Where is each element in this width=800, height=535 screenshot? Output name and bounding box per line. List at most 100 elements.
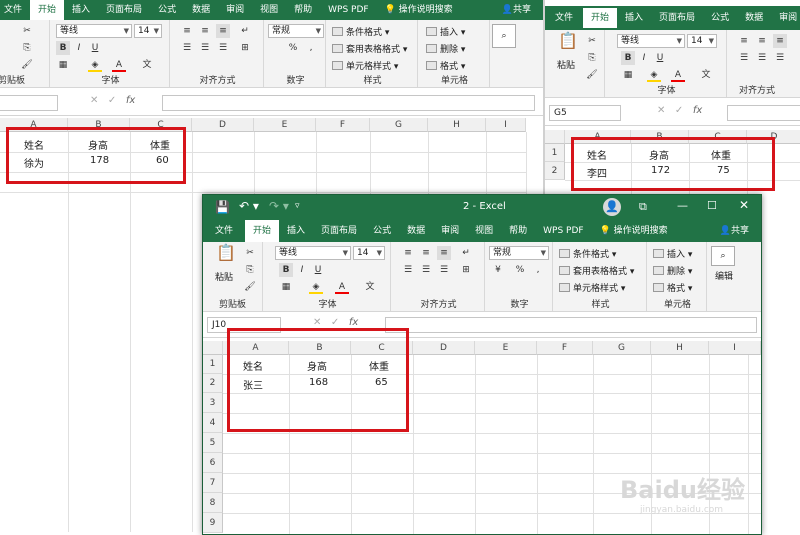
column-header-i[interactable]: I [709,341,761,355]
align-top-icon[interactable]: ≡ [737,34,751,48]
tab-insert[interactable]: 插入 [64,0,98,20]
row-header-3[interactable]: 3 [203,393,223,413]
column-header-h[interactable]: H [428,118,486,132]
align-center-icon[interactable]: ☰ [419,263,433,277]
row-header-4[interactable]: 4 [203,413,223,433]
row-header-8[interactable]: 8 [203,493,223,513]
align-center-icon[interactable]: ☰ [198,41,212,55]
delete-button[interactable]: 删除 ▾ [653,264,692,277]
align-bottom-icon[interactable]: ≡ [216,24,230,38]
tab-page-layout[interactable]: 页面布局 [651,8,703,28]
font-size-select[interactable]: 14 ▼ [134,24,162,38]
delete-button[interactable]: 删除 ▾ [426,42,465,55]
tab-help[interactable]: 帮助 [501,221,535,241]
underline-icon[interactable]: U [653,51,667,65]
column-header-h[interactable]: H [651,341,709,355]
tab-formulas[interactable]: 公式 [150,0,184,20]
align-top-icon[interactable]: ≡ [180,24,194,38]
italic-icon[interactable]: I [295,263,309,277]
tab-review[interactable]: 审阅 [218,0,252,20]
number-format-select[interactable]: 常规 ▼ [268,24,324,38]
restore-icon[interactable]: ⧉ [639,200,647,214]
bold-icon[interactable]: B [621,51,635,65]
paste-icon[interactable]: 📋 [215,245,237,268]
tab-review[interactable]: 审阅 [433,221,467,241]
phonetic-icon[interactable]: 文 [363,280,377,294]
tab-data[interactable]: 数据 [184,0,218,20]
share-button[interactable]: 👤共享 [494,0,543,20]
borders-icon[interactable]: ▦ [621,68,635,82]
column-header-i[interactable]: I [486,118,526,132]
column-header-f[interactable]: F [537,341,593,355]
tell-me-search[interactable]: 💡 操作说明搜索 [377,0,461,20]
font-size-select[interactable]: 14 ▼ [353,246,385,260]
cell-style-button[interactable]: 单元格样式 ▾ [332,59,398,72]
font-name-select[interactable]: 等线 ▼ [275,246,351,260]
formula-input[interactable] [727,105,800,121]
name-box[interactable]: G5 [549,105,621,121]
editing-button[interactable]: ⌕ [492,24,516,48]
column-header-f[interactable]: F [316,118,370,132]
row-header-1[interactable]: 1 [203,355,223,374]
tab-page-layout[interactable]: 页面布局 [98,0,150,20]
close-icon[interactable]: ✕ [739,198,749,212]
align-left-icon[interactable]: ☰ [180,41,194,55]
align-right-icon[interactable]: ☰ [437,263,451,277]
underline-icon[interactable]: U [311,263,325,277]
tab-home[interactable]: 开始 [583,8,618,28]
align-bottom-icon[interactable]: ≡ [437,246,451,260]
percent-icon[interactable]: % [286,41,300,55]
editing-button[interactable]: ⌕ 编辑 [711,246,737,290]
align-top-icon[interactable]: ≡ [401,246,415,260]
table-format-button[interactable]: 套用表格格式 ▾ [332,42,407,55]
font-name-select[interactable]: 等线 ▼ [617,34,685,48]
wrap-text-icon[interactable]: ↵ [238,24,252,38]
row-header-2[interactable]: 2 [545,162,565,180]
tab-review[interactable]: 审阅 [771,8,800,28]
row-header-5[interactable]: 5 [203,433,223,453]
comma-icon[interactable]: , [304,41,318,55]
tab-wps-pdf[interactable]: WPS PDF [320,0,376,20]
align-middle-icon[interactable]: ≡ [755,34,769,48]
format-painter-icon[interactable]: 🖌 [20,58,34,72]
tab-formulas[interactable]: 公式 [703,8,737,28]
tab-data[interactable]: 数据 [399,221,433,241]
cut-icon[interactable]: ✂ [243,246,257,260]
copy-icon[interactable]: ⎘ [585,51,599,65]
insert-button[interactable]: 插入 ▾ [653,247,692,260]
borders-icon[interactable]: ▦ [56,58,70,72]
tab-file[interactable]: 文件 [545,8,583,28]
format-painter-icon[interactable]: 🖌 [243,280,257,294]
bold-icon[interactable]: B [56,41,70,55]
undo-icon[interactable]: ↶ ▾ [239,199,259,213]
column-header-e[interactable]: E [254,118,316,132]
phonetic-icon[interactable]: 文 [140,58,154,72]
align-bottom-icon[interactable]: ≡ [773,34,787,48]
tab-view[interactable]: 视图 [252,0,286,20]
paste-icon[interactable]: 📋 [557,33,579,56]
formula-input[interactable] [162,95,535,111]
conditional-format-button[interactable]: 条件格式 ▾ [559,247,616,260]
maximize-icon[interactable]: ☐ [707,199,717,212]
tab-file[interactable]: 文件 [0,0,30,20]
tab-insert[interactable]: 插入 [279,221,313,241]
column-header-g[interactable]: G [370,118,428,132]
fill-color-icon[interactable]: ◈ [88,58,102,72]
font-color-icon[interactable]: A [335,280,349,294]
tab-view[interactable]: 视图 [467,221,501,241]
column-header-d[interactable]: D [413,341,475,355]
conditional-format-button[interactable]: 条件格式 ▾ [332,25,389,38]
align-middle-icon[interactable]: ≡ [198,24,212,38]
name-box[interactable] [0,95,58,111]
column-header-e[interactable]: E [475,341,537,355]
merge-icon[interactable]: ⊞ [238,41,252,55]
tab-insert[interactable]: 插入 [617,8,651,28]
copy-icon[interactable]: ⎘ [20,41,34,55]
font-color-icon[interactable]: A [671,68,685,82]
phonetic-icon[interactable]: 文 [699,68,713,82]
tab-wps-pdf[interactable]: WPS PDF [535,221,591,241]
tab-home[interactable]: 开始 [30,0,65,20]
row-header-6[interactable]: 6 [203,453,223,473]
tab-help[interactable]: 帮助 [286,0,320,20]
percent-icon[interactable]: % [513,263,527,277]
